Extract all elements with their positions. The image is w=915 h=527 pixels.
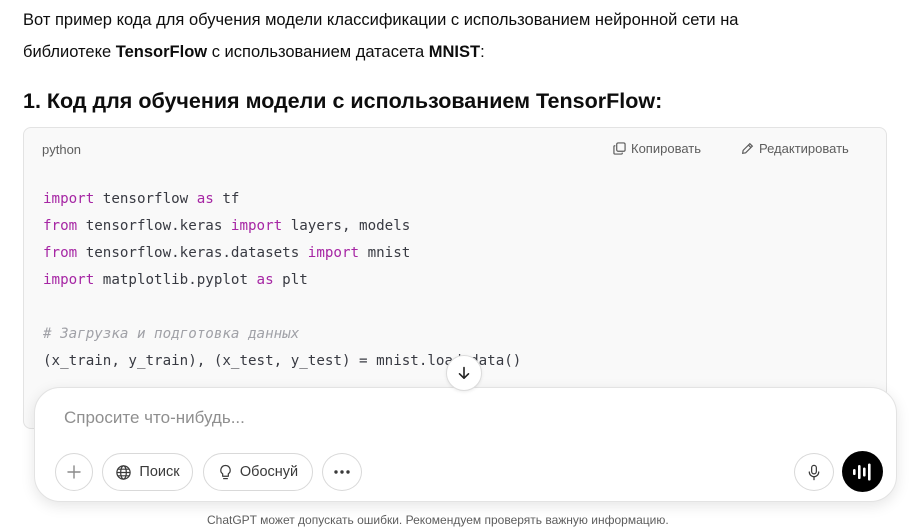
code-keyword: import: [43, 272, 95, 288]
message-composer: Поиск Обоснуй: [34, 387, 897, 502]
section-heading: 1. Код для обучения модели с использован…: [23, 86, 662, 116]
intro-line-2: библиотеке TensorFlow с использованием д…: [23, 36, 883, 68]
intro-line-2-middle: с использованием датасета: [207, 43, 429, 61]
heading-prefix: 1. Код для обучения модели с использован…: [23, 89, 536, 113]
intro-line-2-prefix: библиотеке: [23, 43, 116, 61]
copy-button[interactable]: Копировать: [613, 141, 701, 156]
assistant-message-intro: Вот пример кода для обучения модели клас…: [23, 4, 883, 68]
code-keyword: import: [43, 191, 95, 207]
arrow-down-icon: [458, 366, 470, 379]
code-text: plt: [273, 272, 308, 288]
code-block-header: python Копировать Редактировать: [24, 128, 886, 172]
code-keyword: import: [230, 218, 283, 234]
copy-icon: [613, 142, 626, 155]
intro-bold-tensorflow: TensorFlow: [115, 43, 208, 61]
scroll-to-bottom-button[interactable]: [446, 355, 482, 391]
intro-bold-mnist: MNIST: [428, 43, 481, 61]
code-keyword: as: [256, 272, 274, 288]
search-button-label: Поиск: [139, 464, 180, 480]
more-tools-button[interactable]: [322, 453, 362, 491]
waveform-icon: [852, 463, 871, 480]
intro-line-1: Вот пример кода для обучения модели клас…: [23, 11, 739, 29]
heading-bold: TensorFlow: [536, 89, 656, 113]
dictate-button[interactable]: [794, 453, 834, 491]
code-keyword: import: [307, 245, 360, 261]
prompt-input[interactable]: [64, 408, 764, 428]
code-language-label: python: [42, 142, 82, 157]
edit-button-label: Редактировать: [759, 141, 849, 156]
reason-button[interactable]: Обоснуй: [203, 453, 313, 491]
disclaimer-note: ChatGPT может допускать ошибки. Рекоменд…: [207, 513, 669, 527]
code-text: tensorflow.keras: [77, 218, 231, 234]
code-text: matplotlib.pyplot: [94, 272, 257, 288]
edit-button[interactable]: Редактировать: [741, 141, 849, 156]
pen-icon: [741, 142, 754, 155]
code-keyword: as: [196, 191, 214, 207]
code-text: mnist: [359, 245, 411, 261]
code-comment: # Загрузка и подготовка данных: [43, 326, 300, 342]
attach-button[interactable]: [55, 453, 93, 491]
heading-suffix: :: [655, 89, 663, 113]
globe-icon: [116, 464, 132, 480]
search-button[interactable]: Поиск: [102, 453, 193, 491]
plus-icon: [67, 465, 81, 479]
copy-button-label: Копировать: [631, 141, 701, 156]
lightbulb-icon: [220, 464, 231, 479]
intro-line-2-suffix: :: [480, 43, 485, 61]
code-text: layers, models: [282, 218, 411, 234]
code-text: tensorflow: [94, 191, 197, 207]
voice-mode-button[interactable]: [842, 451, 883, 492]
code-text: tensorflow.keras.datasets: [77, 245, 308, 261]
code-content: import tensorflow as tf from tensorflow.…: [43, 186, 521, 375]
code-text: tf: [213, 191, 240, 207]
reason-button-label: Обоснуй: [239, 464, 299, 480]
code-keyword: from: [43, 218, 78, 234]
microphone-icon: [808, 464, 820, 480]
code-keyword: from: [43, 245, 78, 261]
ellipsis-icon: [334, 470, 350, 474]
